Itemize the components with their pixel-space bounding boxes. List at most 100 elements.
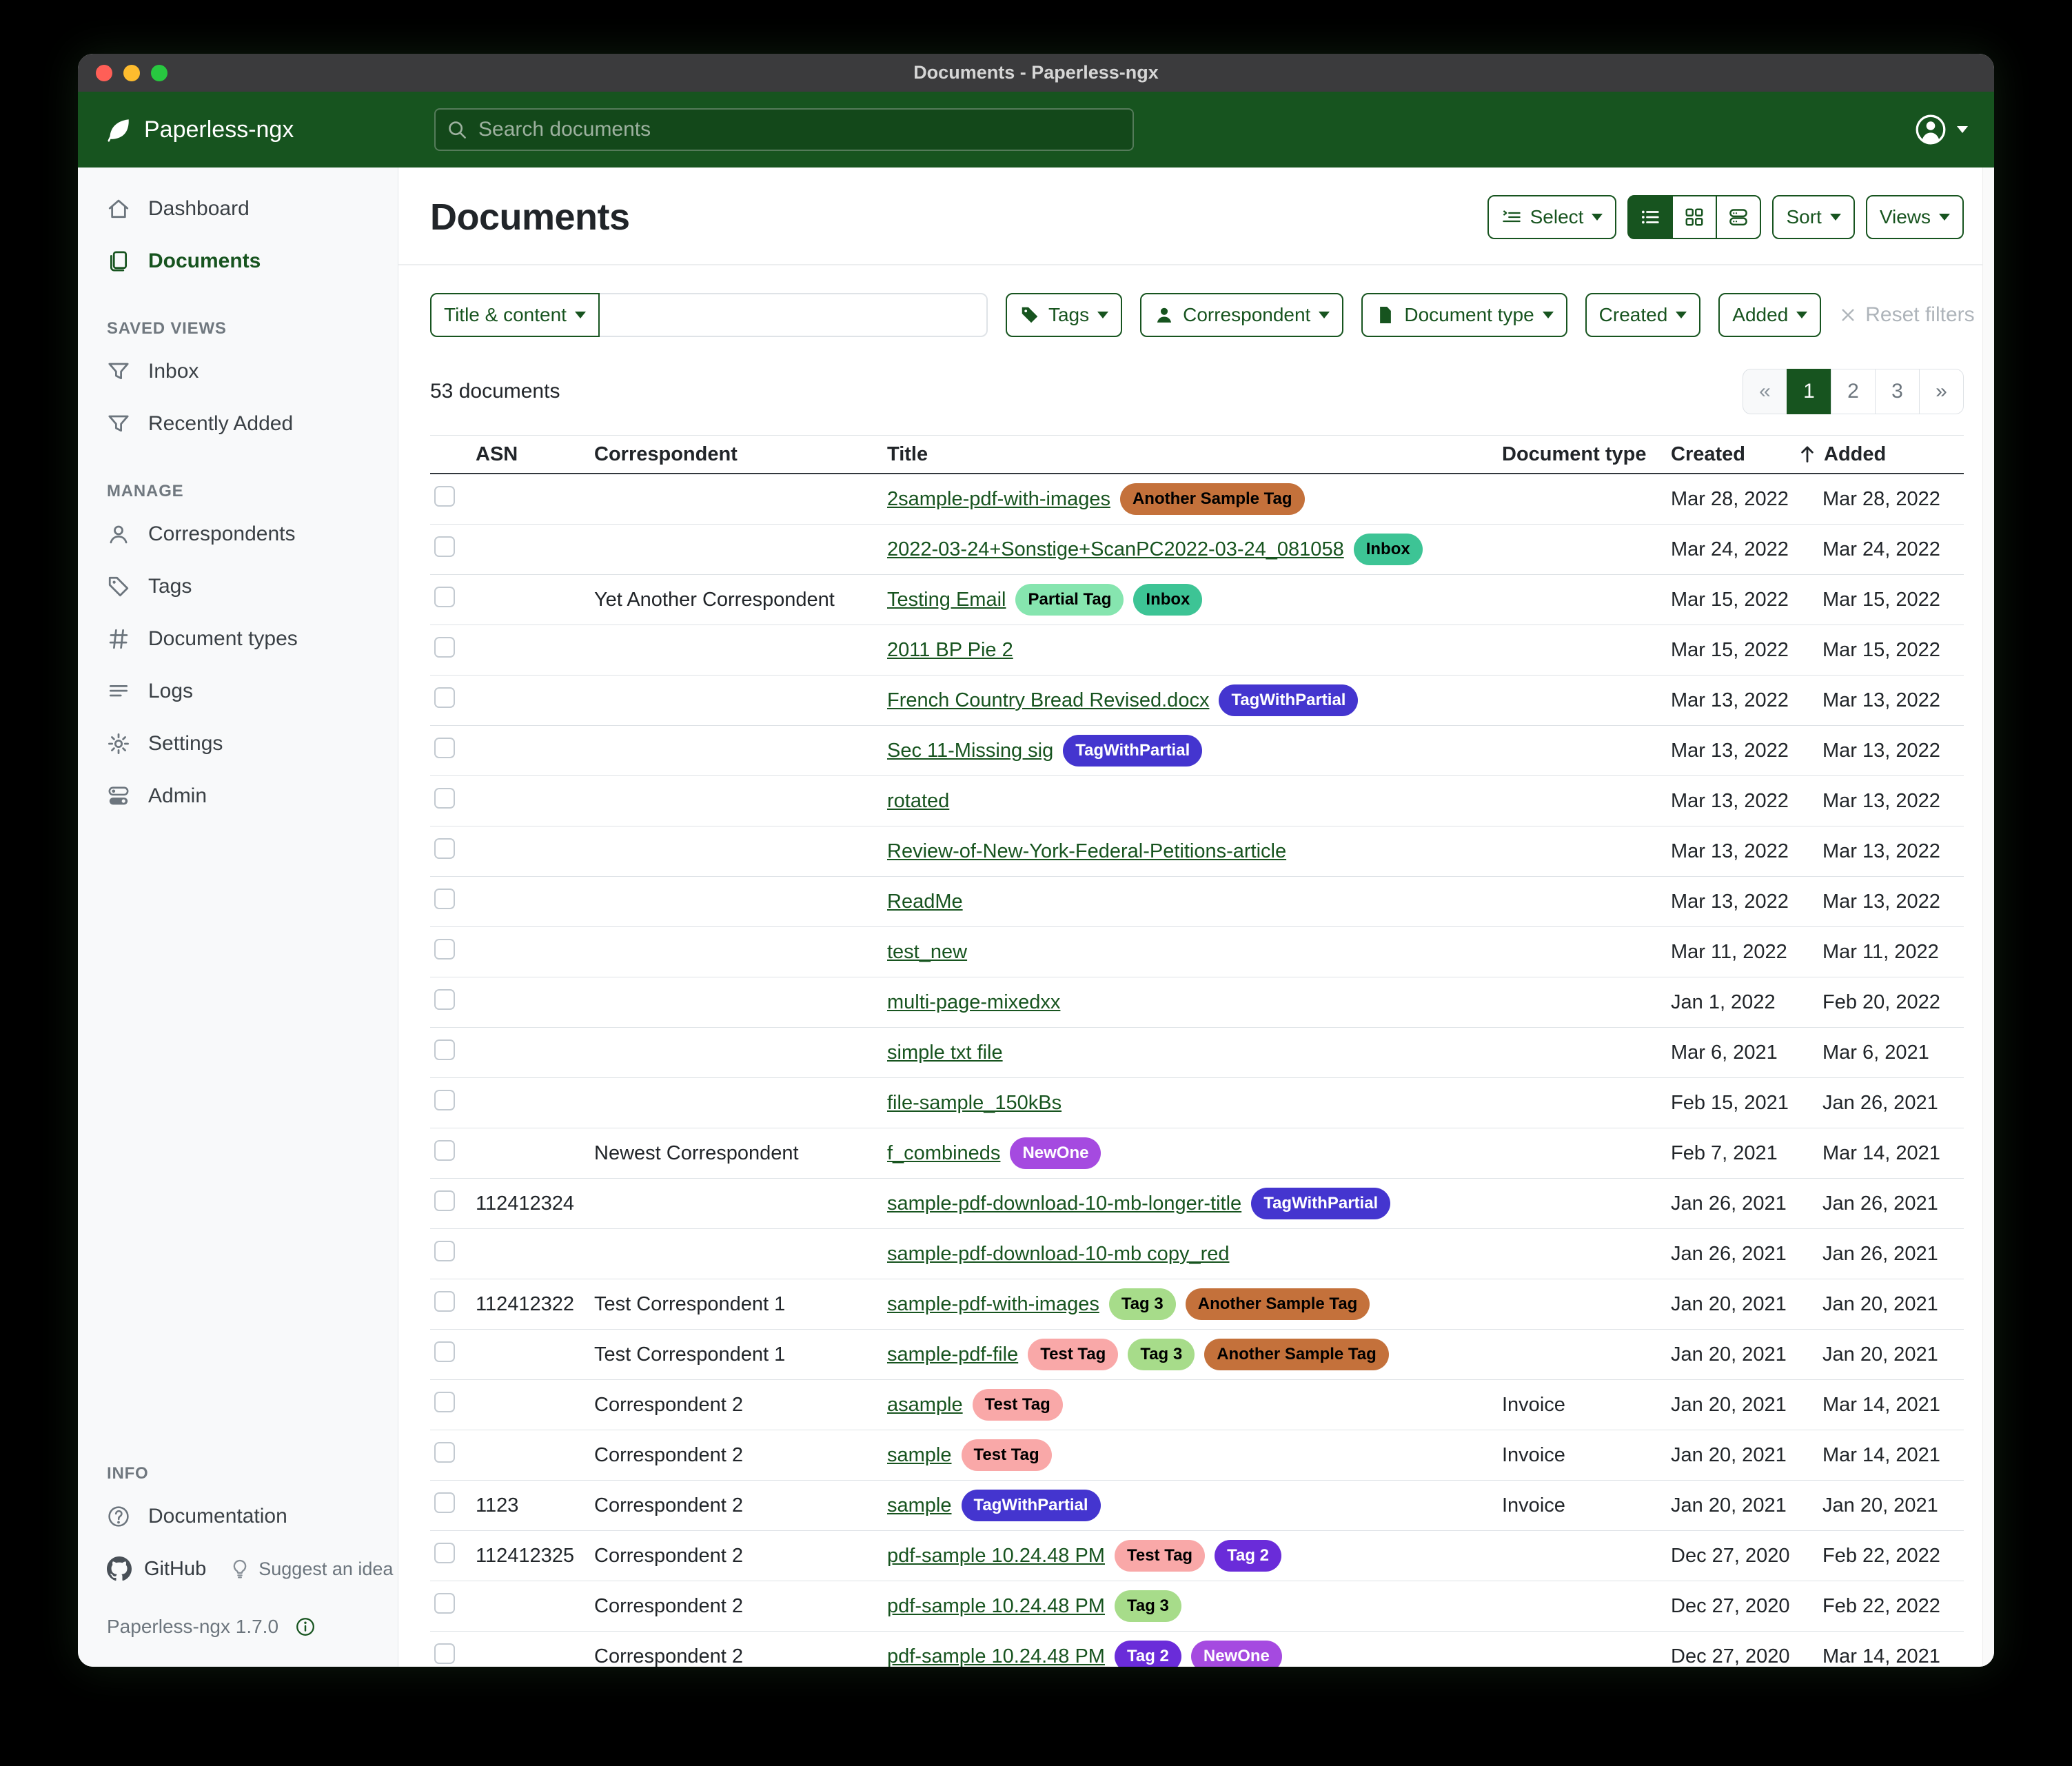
pagination-prev-button[interactable]: « [1743,369,1787,414]
document-link[interactable]: ReadMe [887,891,963,913]
sidebar-item-github[interactable]: GitHub [107,1556,206,1581]
row-checkbox[interactable] [434,1543,455,1563]
document-link[interactable]: rotated [887,790,949,813]
document-link[interactable]: 2011 BP Pie 2 [887,639,1013,662]
document-link[interactable]: 2022-03-24+Sonstige+ScanPC2022-03-24_081… [887,538,1344,561]
sidebar-item-recently-added[interactable]: Recently Added [78,398,398,450]
grid-view-button[interactable] [1672,195,1717,239]
row-checkbox[interactable] [434,788,455,809]
suggest-idea-link[interactable]: Suggest an idea [230,1559,393,1580]
row-checkbox[interactable] [434,1190,455,1211]
document-link[interactable]: pdf-sample 10.24.48 PM [887,1595,1105,1618]
sidebar-item-documents[interactable]: Documents [78,235,398,287]
tag-pill[interactable]: Test Tag [962,1439,1052,1471]
row-checkbox[interactable] [434,1492,455,1513]
sidebar-item-admin[interactable]: Admin [78,770,398,822]
sort-button[interactable]: Sort [1772,195,1854,239]
tag-pill[interactable]: Inbox [1354,534,1423,565]
document-link[interactable]: Review-of-New-York-Federal-Petitions-art… [887,840,1286,863]
close-window-button[interactable] [96,65,112,81]
document-link[interactable]: pdf-sample 10.24.48 PM [887,1645,1105,1667]
minimize-window-button[interactable] [123,65,140,81]
row-checkbox[interactable] [434,1291,455,1312]
tag-pill[interactable]: Inbox [1133,584,1202,616]
row-checkbox[interactable] [434,1140,455,1161]
tag-pill[interactable]: Test Tag [1028,1339,1118,1370]
detail-view-button[interactable] [1716,195,1761,239]
tag-pill[interactable]: TagWithPartial [962,1490,1101,1521]
tag-pill[interactable]: Tag 3 [1109,1288,1176,1320]
column-header-correspondent[interactable]: Correspondent [594,443,887,466]
document-link[interactable]: simple txt file [887,1042,1003,1064]
tag-pill[interactable]: Tag 2 [1215,1540,1281,1572]
document-link[interactable]: sample [887,1494,952,1517]
row-checkbox[interactable] [434,637,455,658]
tag-pill[interactable]: TagWithPartial [1251,1188,1390,1219]
filter-text-input[interactable] [598,293,988,337]
list-view-button[interactable] [1627,195,1673,239]
document-link[interactable]: French Country Bread Revised.docx [887,689,1209,712]
filter-added-button[interactable]: Added [1718,293,1821,337]
row-checkbox[interactable] [434,687,455,708]
reset-filters-button[interactable]: Reset filters [1839,303,1974,327]
row-checkbox[interactable] [434,587,455,607]
row-checkbox[interactable] [434,989,455,1010]
info-circle-icon[interactable] [295,1616,316,1637]
row-checkbox[interactable] [434,536,455,557]
document-link[interactable]: sample-pdf-download-10-mb copy_red [887,1243,1229,1266]
pagination-next-button[interactable]: » [1919,369,1964,414]
document-link[interactable]: f_combineds [887,1142,1000,1165]
pagination-page-1[interactable]: 1 [1787,369,1831,414]
filter-tags-button[interactable]: Tags [1006,293,1122,337]
document-link[interactable]: multi-page-mixedxx [887,991,1060,1014]
sidebar-item-document-types[interactable]: Document types [78,613,398,665]
filter-document-type-button[interactable]: Document type [1361,293,1567,337]
row-checkbox[interactable] [434,838,455,859]
document-link[interactable]: sample-pdf-with-images [887,1293,1099,1316]
filter-field-button[interactable]: Title & content [430,293,600,337]
row-checkbox[interactable] [434,1341,455,1362]
row-checkbox[interactable] [434,738,455,758]
document-link[interactable]: file-sample_150kBs [887,1092,1062,1115]
column-header-added[interactable]: Added [1798,443,1964,466]
row-checkbox[interactable] [434,1039,455,1060]
row-checkbox[interactable] [434,1643,455,1664]
tag-pill[interactable]: Partial Tag [1015,584,1124,616]
tag-pill[interactable]: Tag 3 [1128,1339,1195,1370]
tag-pill[interactable]: Test Tag [973,1389,1063,1421]
document-link[interactable]: asample [887,1394,963,1417]
row-checkbox[interactable] [434,1392,455,1412]
sidebar-item-documentation[interactable]: Documentation [78,1490,398,1543]
tag-pill[interactable]: Tag 2 [1115,1641,1181,1667]
document-link[interactable]: test_new [887,941,967,964]
sidebar-item-logs[interactable]: Logs [78,665,398,718]
sidebar-item-inbox[interactable]: Inbox [78,345,398,398]
column-header-title[interactable]: Title [887,443,1502,466]
tag-pill[interactable]: Tag 3 [1115,1590,1181,1622]
row-checkbox[interactable] [434,1090,455,1110]
views-button[interactable]: Views [1866,195,1964,239]
tag-pill[interactable]: Test Tag [1115,1540,1205,1572]
sidebar-item-dashboard[interactable]: Dashboard [78,183,398,235]
tag-pill[interactable]: Another Sample Tag [1120,483,1305,515]
tag-pill[interactable]: TagWithPartial [1063,735,1202,767]
column-header-document-type[interactable]: Document type [1502,443,1671,466]
scrollbar[interactable] [1982,168,1994,1667]
row-checkbox[interactable] [434,1241,455,1261]
row-checkbox[interactable] [434,486,455,507]
row-checkbox[interactable] [434,1442,455,1463]
tag-pill[interactable]: Another Sample Tag [1204,1339,1389,1370]
tag-pill[interactable]: Another Sample Tag [1186,1288,1370,1320]
tag-pill[interactable]: NewOne [1191,1641,1282,1667]
sidebar-item-correspondents[interactable]: Correspondents [78,508,398,560]
tag-pill[interactable]: NewOne [1010,1137,1101,1169]
fullscreen-window-button[interactable] [151,65,167,81]
row-checkbox[interactable] [434,1593,455,1614]
column-header-asn[interactable]: ASN [476,443,594,466]
sidebar-item-tags[interactable]: Tags [78,560,398,613]
document-link[interactable]: Sec 11-Missing sig [887,740,1053,762]
document-link[interactable]: 2sample-pdf-with-images [887,488,1110,511]
row-checkbox[interactable] [434,939,455,960]
document-link[interactable]: sample [887,1444,952,1467]
pagination-page-3[interactable]: 3 [1875,369,1920,414]
